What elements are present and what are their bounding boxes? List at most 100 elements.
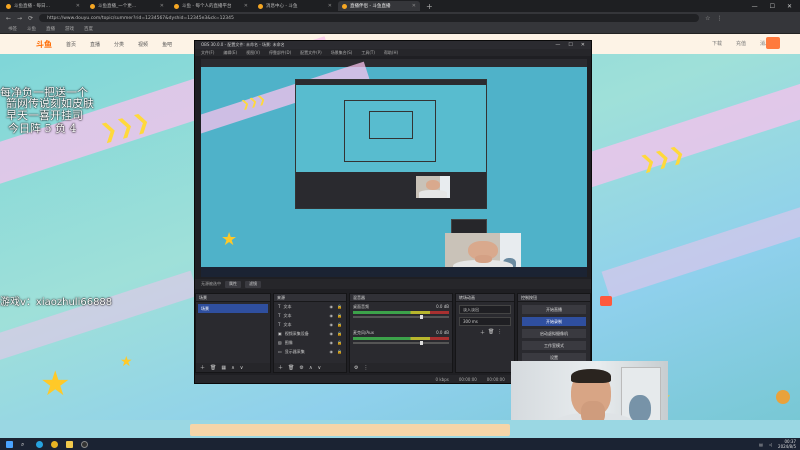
add-icon[interactable]: ＋ bbox=[480, 329, 485, 336]
menu-profile[interactable]: 配置文件(P) bbox=[300, 50, 322, 56]
menu-help[interactable]: 帮助(H) bbox=[384, 50, 398, 56]
windows-start-icon[interactable] bbox=[6, 440, 13, 448]
browser-tab[interactable]: 消息中心 - 斗鱼 ✕ bbox=[254, 1, 336, 11]
menu-docks[interactable]: 停靠部件(D) bbox=[269, 50, 291, 56]
filters-button[interactable]: 滤镜 bbox=[245, 280, 261, 288]
browser-tab[interactable]: 斗鱼直播_一个更… ✕ bbox=[86, 1, 168, 11]
slider-handle[interactable] bbox=[420, 315, 424, 319]
minimize-button[interactable]: — bbox=[555, 42, 560, 48]
eye-icon[interactable]: ◉ bbox=[330, 340, 334, 345]
add-icon[interactable]: ＋ bbox=[200, 364, 205, 371]
source-item[interactable]: T 文本 ◉ 🔒 bbox=[274, 311, 346, 320]
remove-icon[interactable]: 🗑 bbox=[210, 365, 216, 371]
close-icon[interactable]: ✕ bbox=[160, 3, 164, 9]
maximize-button[interactable]: ☐ bbox=[568, 42, 572, 48]
menu-tools[interactable]: 工具(T) bbox=[361, 50, 375, 56]
menu-view[interactable]: 视图(V) bbox=[246, 50, 260, 56]
bookmark-item[interactable]: 游戏 bbox=[65, 26, 74, 32]
filter-icon[interactable]: ▦ bbox=[221, 365, 226, 371]
lock-icon[interactable]: 🔒 bbox=[337, 349, 342, 354]
site-float-icon[interactable] bbox=[776, 390, 790, 404]
remove-icon[interactable]: 🗑 bbox=[488, 329, 494, 336]
start-recording-button[interactable]: 开始录制 bbox=[522, 317, 586, 326]
clock[interactable]: 00:37 2024/8/5 bbox=[778, 439, 796, 449]
more-icon[interactable]: ⋮ bbox=[363, 365, 368, 371]
obs-preview[interactable]: ❯❯❯ ★ bbox=[201, 59, 587, 277]
menu-edit[interactable]: 编辑(E) bbox=[223, 50, 237, 56]
close-icon[interactable]: ✕ bbox=[328, 3, 332, 9]
menu-scene-collection[interactable]: 场景集合(S) bbox=[331, 50, 353, 56]
lock-icon[interactable]: 🔒 bbox=[337, 331, 342, 336]
studio-mode-button[interactable]: 工作室模式 bbox=[522, 341, 586, 350]
obs-app-icon[interactable] bbox=[81, 440, 88, 448]
source-item[interactable]: ▨ 图像 ◉ 🔒 bbox=[274, 338, 346, 347]
minimize-button[interactable]: — bbox=[752, 3, 758, 10]
remove-icon[interactable]: 🗑 bbox=[288, 365, 294, 371]
site-nav-item[interactable]: 鱼吧 bbox=[162, 41, 172, 48]
menu-icon[interactable]: ⋮ bbox=[716, 15, 722, 22]
bookmark-item[interactable]: 直播 bbox=[46, 26, 55, 32]
back-arrow-icon[interactable]: ← bbox=[6, 15, 11, 22]
close-icon[interactable]: ✕ bbox=[244, 3, 248, 9]
bookmark-item[interactable]: 斗鱼 bbox=[27, 26, 36, 32]
site-bottom-banner[interactable] bbox=[190, 424, 510, 436]
lock-icon[interactable]: 🔒 bbox=[337, 322, 342, 327]
close-button[interactable]: ✕ bbox=[787, 3, 792, 10]
up-icon[interactable]: ∧ bbox=[309, 365, 313, 371]
gear-icon[interactable]: ⚙ bbox=[354, 365, 358, 371]
recharge-link[interactable]: 充值 bbox=[736, 40, 746, 47]
file-explorer-icon[interactable] bbox=[66, 440, 73, 448]
eye-icon[interactable]: ◉ bbox=[330, 313, 334, 318]
eye-icon[interactable]: ◉ bbox=[330, 349, 334, 354]
reload-icon[interactable]: ⟳ bbox=[28, 15, 33, 22]
browser-tab[interactable]: 斗鱼 - 每个人的直播平台 ✕ bbox=[170, 1, 252, 11]
gear-icon[interactable]: ⚙ bbox=[299, 365, 303, 371]
properties-button[interactable]: 属性 bbox=[225, 280, 241, 288]
edge-browser-icon[interactable] bbox=[36, 440, 43, 448]
volume-icon[interactable]: ◁ bbox=[769, 442, 772, 447]
source-item[interactable]: ▣ 视频采集设备 ◉ 🔒 bbox=[274, 329, 346, 338]
scene-item[interactable]: 场景 bbox=[198, 304, 268, 313]
more-icon[interactable]: ⋮ bbox=[497, 329, 502, 336]
transition-type-select[interactable]: 淡入淡出 bbox=[459, 305, 511, 314]
browser-tab-active[interactable]: 直播伴侣 - 斗鱼直播 ✕ bbox=[338, 1, 420, 11]
menu-file[interactable]: 文件(F) bbox=[201, 50, 214, 56]
virtual-camera-button[interactable]: 启动虚拟摄像机 bbox=[522, 329, 586, 338]
source-item[interactable]: ▭ 显示器采集 ◉ 🔒 bbox=[274, 347, 346, 356]
eye-icon[interactable]: ◉ bbox=[330, 304, 334, 309]
eye-icon[interactable]: ◉ bbox=[330, 331, 334, 336]
start-streaming-button[interactable]: 开始直播 bbox=[522, 305, 586, 314]
close-button[interactable]: ✕ bbox=[581, 42, 585, 48]
eye-icon[interactable]: ◉ bbox=[330, 322, 334, 327]
down-icon[interactable]: ∨ bbox=[240, 365, 244, 371]
site-nav-item[interactable]: 视频 bbox=[138, 41, 148, 48]
site-side-button[interactable] bbox=[600, 296, 610, 306]
site-logo[interactable]: 斗鱼 bbox=[36, 39, 52, 50]
avatar[interactable] bbox=[766, 37, 780, 49]
transition-duration-input[interactable]: 300 ms bbox=[459, 317, 511, 326]
new-tab-button[interactable]: + bbox=[426, 2, 433, 11]
up-icon[interactable]: ∧ bbox=[231, 365, 235, 371]
source-item[interactable]: T 文本 ◉ 🔒 bbox=[274, 302, 346, 311]
download-link[interactable]: 下载 bbox=[712, 40, 722, 47]
network-icon[interactable]: ▤ bbox=[759, 442, 763, 447]
down-icon[interactable]: ∨ bbox=[318, 365, 322, 371]
site-nav-item[interactable]: 首页 bbox=[66, 41, 76, 48]
chrome-browser-icon[interactable] bbox=[51, 440, 58, 448]
close-icon[interactable]: ✕ bbox=[412, 3, 416, 9]
star-icon[interactable]: ☆ bbox=[705, 15, 710, 22]
maximize-button[interactable]: ☐ bbox=[770, 3, 775, 10]
url-input[interactable]: https://www.douyu.com/topic/summer?rid=1… bbox=[39, 14, 700, 22]
search-icon[interactable]: ⌕ bbox=[21, 441, 28, 448]
volume-slider[interactable] bbox=[353, 315, 449, 319]
add-icon[interactable]: ＋ bbox=[278, 364, 283, 371]
browser-tab[interactable]: 斗鱼直播 - 每日… ✕ bbox=[2, 1, 84, 11]
source-item[interactable]: T 文本 ◉ 🔒 bbox=[274, 320, 346, 329]
bookmark-item[interactable]: 百度 bbox=[84, 26, 93, 32]
site-nav-item[interactable]: 直播 bbox=[90, 41, 100, 48]
lock-icon[interactable]: 🔒 bbox=[337, 304, 342, 309]
bookmark-item[interactable]: 书签 bbox=[8, 26, 17, 32]
lock-icon[interactable]: 🔒 bbox=[337, 313, 342, 318]
site-nav-item[interactable]: 分类 bbox=[114, 41, 124, 48]
volume-slider[interactable] bbox=[353, 341, 449, 345]
